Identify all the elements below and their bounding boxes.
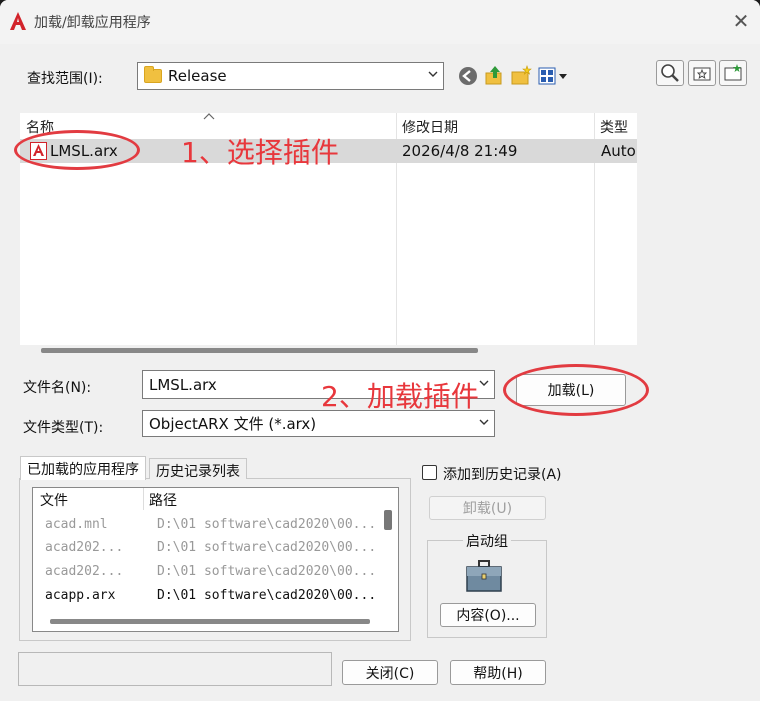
sort-ascending-icon xyxy=(203,113,215,120)
close-window-button[interactable]: ✕ xyxy=(730,10,752,32)
column-path[interactable]: 路径 xyxy=(149,490,177,510)
back-icon[interactable] xyxy=(457,65,479,87)
tab-loaded-applications[interactable]: 已加载的应用程序 xyxy=(20,456,146,480)
favorites-folder-icon xyxy=(693,67,711,81)
add-favorite-icon xyxy=(724,64,742,81)
file-type-label: 文件类型(T): xyxy=(23,420,104,436)
app-file-cell: acad202... xyxy=(45,540,124,555)
annotation-step-1: 1、选择插件 xyxy=(181,136,339,169)
app-path-cell: D:\01 software\cad2020\00... xyxy=(157,564,377,579)
file-type-cell: Auto xyxy=(601,142,636,160)
app-file-cell: acad202... xyxy=(45,564,124,579)
add-to-history-label: 添加到历史记录(A) xyxy=(443,467,562,483)
add-to-history-checkbox[interactable] xyxy=(422,465,437,480)
loaded-apps-list[interactable]: 文件 路径 acad.mnl D:\01 software\cad2020\00… xyxy=(32,487,399,632)
contents-button[interactable]: 内容(O)... xyxy=(440,603,536,627)
look-in-select[interactable]: Release xyxy=(137,62,444,90)
file-type-select[interactable]: ObjectARX 文件 (*.arx) xyxy=(142,410,495,437)
scrollbar-thumb[interactable] xyxy=(41,348,478,353)
apps-list-vscroll-thumb[interactable] xyxy=(384,510,392,530)
chevron-down-icon xyxy=(428,71,438,77)
column-date[interactable]: 修改日期 xyxy=(402,117,458,137)
column-type[interactable]: 类型 xyxy=(600,117,628,137)
look-in-label: 查找范围(I): xyxy=(27,71,103,87)
file-date-cell: 2026/4/8 21:49 xyxy=(402,142,518,160)
apps-list-hscroll-thumb[interactable] xyxy=(50,619,370,624)
new-folder-icon[interactable] xyxy=(510,64,532,86)
search-icon xyxy=(661,64,679,82)
title-bar: 加载/卸载应用程序 ✕ xyxy=(0,0,760,44)
status-box xyxy=(18,652,332,686)
views-menu-icon[interactable] xyxy=(537,65,569,87)
startup-group-label: 启动组 xyxy=(463,531,511,551)
app-path-cell: D:\01 software\cad2020\00... xyxy=(157,517,377,532)
look-in-value: Release xyxy=(168,67,227,85)
add-to-favorites-button[interactable] xyxy=(719,60,747,86)
file-type-value: ObjectARX 文件 (*.arx) xyxy=(149,415,317,433)
app-file-cell: acapp.arx xyxy=(45,588,116,603)
unload-button[interactable]: 卸载(U) xyxy=(429,496,546,520)
autocad-app-icon xyxy=(10,12,26,30)
annotation-step-2: 2、加载插件 xyxy=(321,380,479,413)
tab-history-list[interactable]: 历史记录列表 xyxy=(149,458,247,480)
column-file[interactable]: 文件 xyxy=(40,490,68,510)
up-folder-icon[interactable] xyxy=(483,64,505,86)
folder-icon xyxy=(144,66,162,83)
app-file-cell: acad.mnl xyxy=(45,517,108,532)
load-unload-dialog: 加载/卸载应用程序 ✕ 查找范围(I): Release 名称 修改日期 类型 … xyxy=(0,0,760,701)
file-name-label: 文件名(N): xyxy=(23,380,92,396)
chevron-down-icon xyxy=(479,419,489,425)
annotation-ellipse-1 xyxy=(14,130,140,170)
search-web-button[interactable] xyxy=(656,60,684,86)
favorites-button[interactable] xyxy=(688,60,716,86)
file-name-value: LMSL.arx xyxy=(149,375,217,394)
chevron-down-icon xyxy=(479,380,489,386)
annotation-ellipse-2 xyxy=(503,364,649,416)
file-list-scrollbar[interactable] xyxy=(20,345,637,357)
app-path-cell: D:\01 software\cad2020\00... xyxy=(157,540,377,555)
window-title: 加载/卸载应用程序 xyxy=(34,15,151,31)
app-path-cell: D:\01 software\cad2020\00... xyxy=(157,588,377,603)
briefcase-icon[interactable] xyxy=(465,558,503,594)
help-button[interactable]: 帮助(H) xyxy=(450,660,546,685)
close-button[interactable]: 关闭(C) xyxy=(342,660,438,685)
column-divider xyxy=(143,488,144,510)
